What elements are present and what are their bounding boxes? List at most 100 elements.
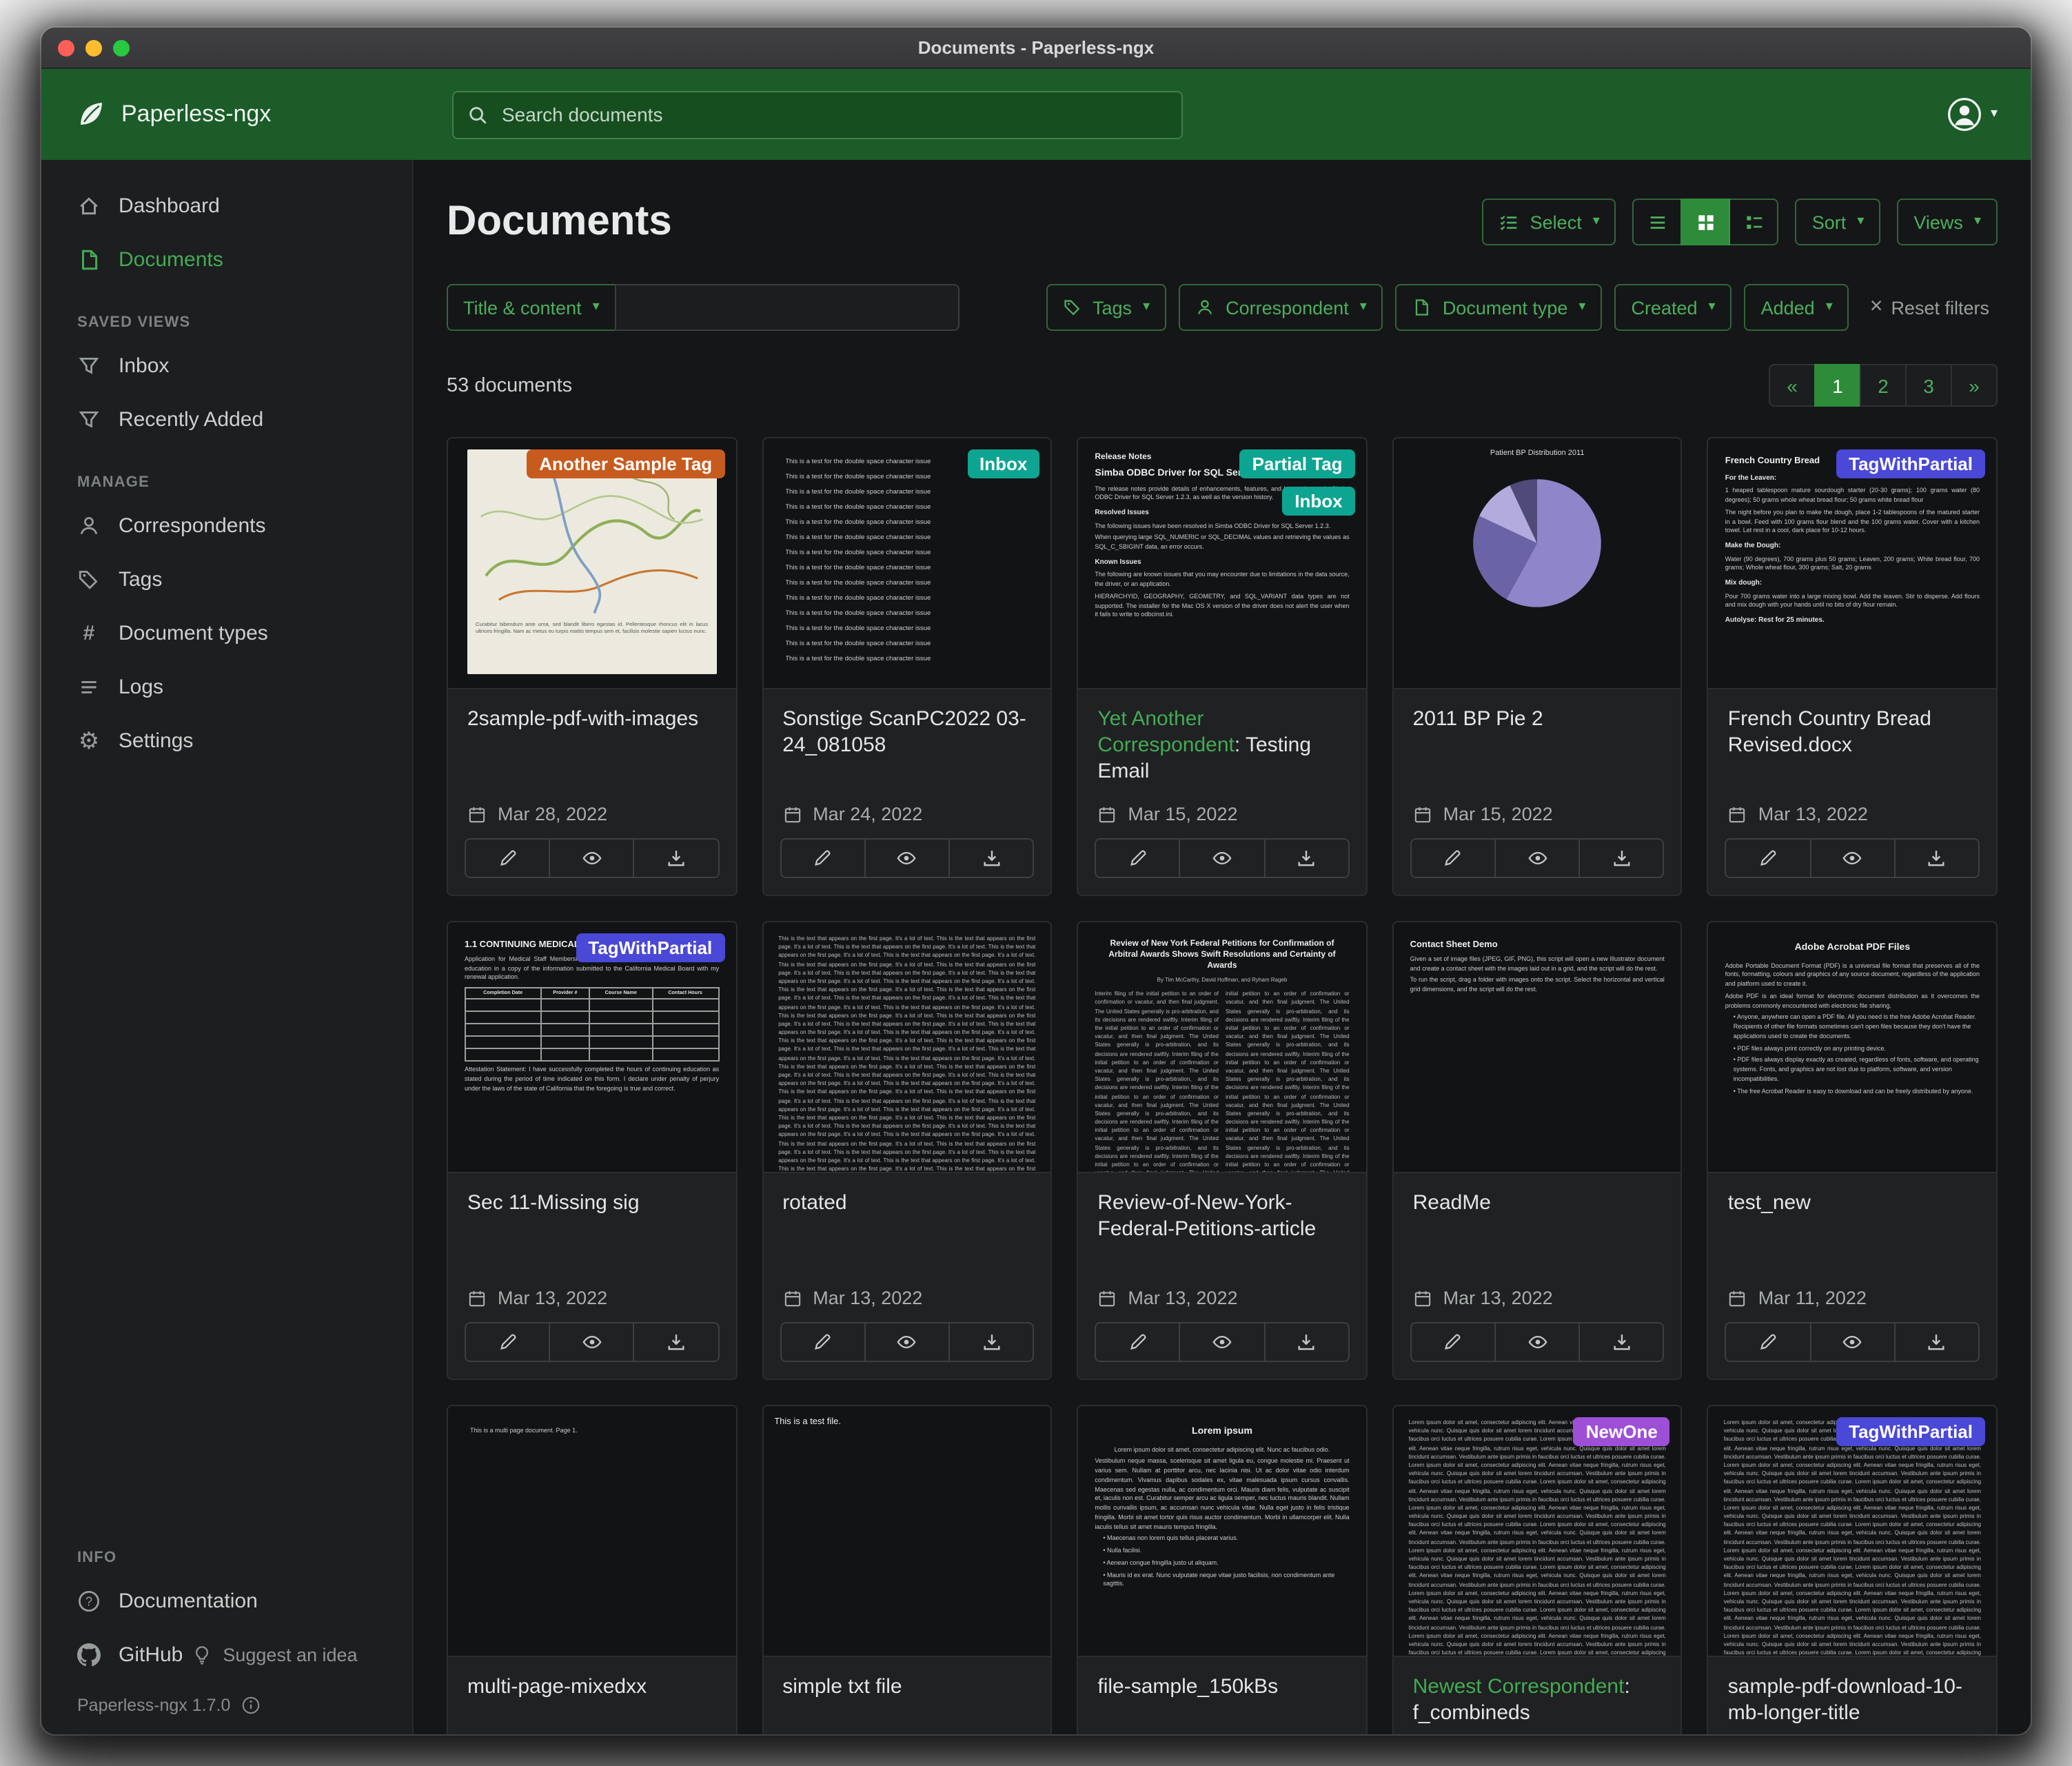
- brand[interactable]: Paperless-ngx: [74, 98, 414, 131]
- document-thumbnail[interactable]: Curabitur bibendum ante urna, sed blandi…: [448, 438, 735, 689]
- minimize-window-button[interactable]: [85, 39, 102, 56]
- document-title[interactable]: sample-pdf-download-10-mb-longer-title: [1728, 1674, 1977, 1726]
- sidebar-item-tags[interactable]: Tags: [41, 553, 412, 607]
- document-title[interactable]: Yet Another Correspondent: Testing Email: [1097, 706, 1346, 784]
- edit-document-button[interactable]: [1727, 840, 1809, 877]
- document-title[interactable]: test_new: [1728, 1190, 1977, 1216]
- document-title[interactable]: Review-of-New-York-Federal-Petitions-art…: [1097, 1190, 1346, 1242]
- edit-document-button[interactable]: [781, 840, 864, 877]
- view-document-button[interactable]: [1809, 840, 1893, 877]
- document-title[interactable]: simple txt file: [782, 1674, 1031, 1700]
- download-document-button[interactable]: [633, 840, 718, 877]
- document-type-filter-button[interactable]: Document type ▾: [1396, 284, 1603, 331]
- view-document-button[interactable]: [549, 840, 633, 877]
- view-document-button[interactable]: [864, 840, 948, 877]
- global-search[interactable]: [452, 90, 1183, 139]
- sidebar-item-recently-added[interactable]: Recently Added: [41, 393, 412, 447]
- sidebar-item-documentation[interactable]: ? Documentation: [41, 1574, 412, 1628]
- title-content-dropdown[interactable]: Title & content ▾: [447, 284, 616, 331]
- view-document-button[interactable]: [1494, 1323, 1578, 1361]
- document-title[interactable]: 2011 BP Pie 2: [1413, 706, 1662, 732]
- sort-button[interactable]: Sort ▾: [1796, 199, 1881, 245]
- download-document-button[interactable]: [1894, 1323, 1978, 1361]
- close-window-button[interactable]: [58, 39, 74, 56]
- pagination-page-button[interactable]: 3: [1905, 364, 1952, 407]
- view-document-button[interactable]: [549, 1323, 633, 1361]
- view-document-button[interactable]: [1179, 1323, 1263, 1361]
- suggest-idea-link[interactable]: Suggest an idea: [191, 1645, 357, 1665]
- added-filter-button[interactable]: Added ▾: [1745, 284, 1849, 331]
- document-title[interactable]: French Country Bread Revised.docx: [1728, 706, 1977, 758]
- search-input[interactable]: [499, 102, 1168, 127]
- edit-document-button[interactable]: [1412, 1323, 1494, 1361]
- views-button[interactable]: Views ▾: [1897, 199, 1998, 245]
- pagination-page-button[interactable]: 1: [1814, 364, 1861, 407]
- edit-document-button[interactable]: [466, 840, 549, 877]
- edit-document-button[interactable]: [1412, 840, 1494, 877]
- edit-document-button[interactable]: [466, 1323, 549, 1361]
- sidebar-item-documents[interactable]: Documents: [41, 233, 412, 287]
- user-menu[interactable]: ▾: [1947, 97, 1998, 132]
- document-thumbnail[interactable]: Lorem ipsumLorem ipsum dolor sit amet, c…: [1078, 1406, 1365, 1657]
- document-title[interactable]: Newest Correspondent: f_combineds: [1413, 1674, 1662, 1726]
- document-title[interactable]: file-sample_150kBs: [1097, 1674, 1346, 1700]
- document-thumbnail[interactable]: Inbox This is a test for the double spac…: [763, 438, 1050, 689]
- document-title[interactable]: Sec 11-Missing sig: [467, 1190, 716, 1216]
- pagination-page-button[interactable]: 2: [1860, 364, 1907, 407]
- document-thumbnail[interactable]: Patient BP Distribution 2011: [1394, 438, 1681, 689]
- zoom-window-button[interactable]: [113, 39, 130, 56]
- download-document-button[interactable]: [1894, 840, 1978, 877]
- tags-filter-button[interactable]: Tags ▾: [1046, 284, 1166, 331]
- document-thumbnail[interactable]: TagWithPartial Lorem ipsum dolor sit ame…: [1709, 1406, 1996, 1657]
- select-button[interactable]: Select ▾: [1482, 199, 1616, 245]
- window-titlebar[interactable]: Documents - Paperless-ngx: [41, 28, 2031, 69]
- view-document-button[interactable]: [1494, 840, 1578, 877]
- download-document-button[interactable]: [948, 840, 1033, 877]
- detail-view-button[interactable]: [1729, 199, 1779, 245]
- document-title[interactable]: Sonstige ScanPC2022 03-24_081058: [782, 706, 1031, 758]
- edit-document-button[interactable]: [1727, 1323, 1809, 1361]
- sidebar-item-correspondents[interactable]: Correspondents: [41, 499, 412, 553]
- document-correspondent[interactable]: Newest Correspondent: [1413, 1675, 1625, 1698]
- tag-badge[interactable]: Inbox: [1282, 487, 1354, 516]
- document-title[interactable]: rotated: [782, 1190, 1031, 1216]
- document-thumbnail[interactable]: TagWithPartial French Country BreadFor t…: [1709, 438, 1996, 689]
- created-filter-button[interactable]: Created ▾: [1614, 284, 1731, 331]
- tag-badge[interactable]: TagWithPartial: [576, 933, 724, 962]
- document-title[interactable]: multi-page-mixedxx: [467, 1674, 716, 1700]
- download-document-button[interactable]: [948, 1323, 1033, 1361]
- document-thumbnail[interactable]: Review of New York Federal Petitions for…: [1078, 922, 1365, 1173]
- tag-badge[interactable]: TagWithPartial: [1836, 1417, 1985, 1446]
- grid-view-button[interactable]: [1681, 199, 1731, 245]
- document-thumbnail[interactable]: TagWithPartial 1.1 CONTINUING MEDICAL ED…: [448, 922, 735, 1173]
- download-document-button[interactable]: [1578, 1323, 1663, 1361]
- document-thumbnail[interactable]: Contact Sheet DemoGiven a set of image f…: [1394, 922, 1681, 1173]
- download-document-button[interactable]: [1263, 1323, 1348, 1361]
- document-title[interactable]: 2sample-pdf-with-images: [467, 706, 716, 732]
- edit-document-button[interactable]: [781, 1323, 864, 1361]
- tag-badge[interactable]: NewOne: [1574, 1417, 1670, 1446]
- sidebar-item-logs[interactable]: Logs: [41, 660, 412, 714]
- sidebar-item-settings[interactable]: ⚙ Settings: [41, 714, 412, 768]
- tag-badge[interactable]: Partial Tag: [1240, 449, 1355, 478]
- tag-badge[interactable]: Inbox: [967, 449, 1039, 478]
- edit-document-button[interactable]: [1096, 840, 1179, 877]
- pagination-next-button[interactable]: »: [1951, 364, 1998, 407]
- document-thumbnail[interactable]: Adobe Acrobat PDF FilesAdobe Portable Do…: [1709, 922, 1996, 1173]
- document-thumbnail[interactable]: This is a multi page document. Page 1.: [448, 1406, 735, 1657]
- document-thumbnail[interactable]: NewOne Lorem ipsum dolor sit amet, conse…: [1394, 1406, 1681, 1657]
- document-thumbnail[interactable]: This is a test file.: [763, 1406, 1050, 1657]
- list-view-button[interactable]: [1633, 199, 1683, 245]
- document-thumbnail[interactable]: Partial TagInbox Release NotesSimba ODBC…: [1078, 438, 1365, 689]
- view-document-button[interactable]: [1809, 1323, 1893, 1361]
- reset-filters-button[interactable]: × Reset filters: [1862, 295, 1998, 320]
- download-document-button[interactable]: [1263, 840, 1348, 877]
- tag-badge[interactable]: Another Sample Tag: [527, 449, 724, 478]
- sidebar-item-github[interactable]: GitHub: [41, 1628, 191, 1682]
- download-document-button[interactable]: [1578, 840, 1663, 877]
- view-document-button[interactable]: [864, 1323, 948, 1361]
- filter-text-input[interactable]: [615, 284, 959, 331]
- document-thumbnail[interactable]: This is the text that appears on the fir…: [763, 922, 1050, 1173]
- sidebar-item-inbox[interactable]: Inbox: [41, 339, 412, 393]
- view-document-button[interactable]: [1179, 840, 1263, 877]
